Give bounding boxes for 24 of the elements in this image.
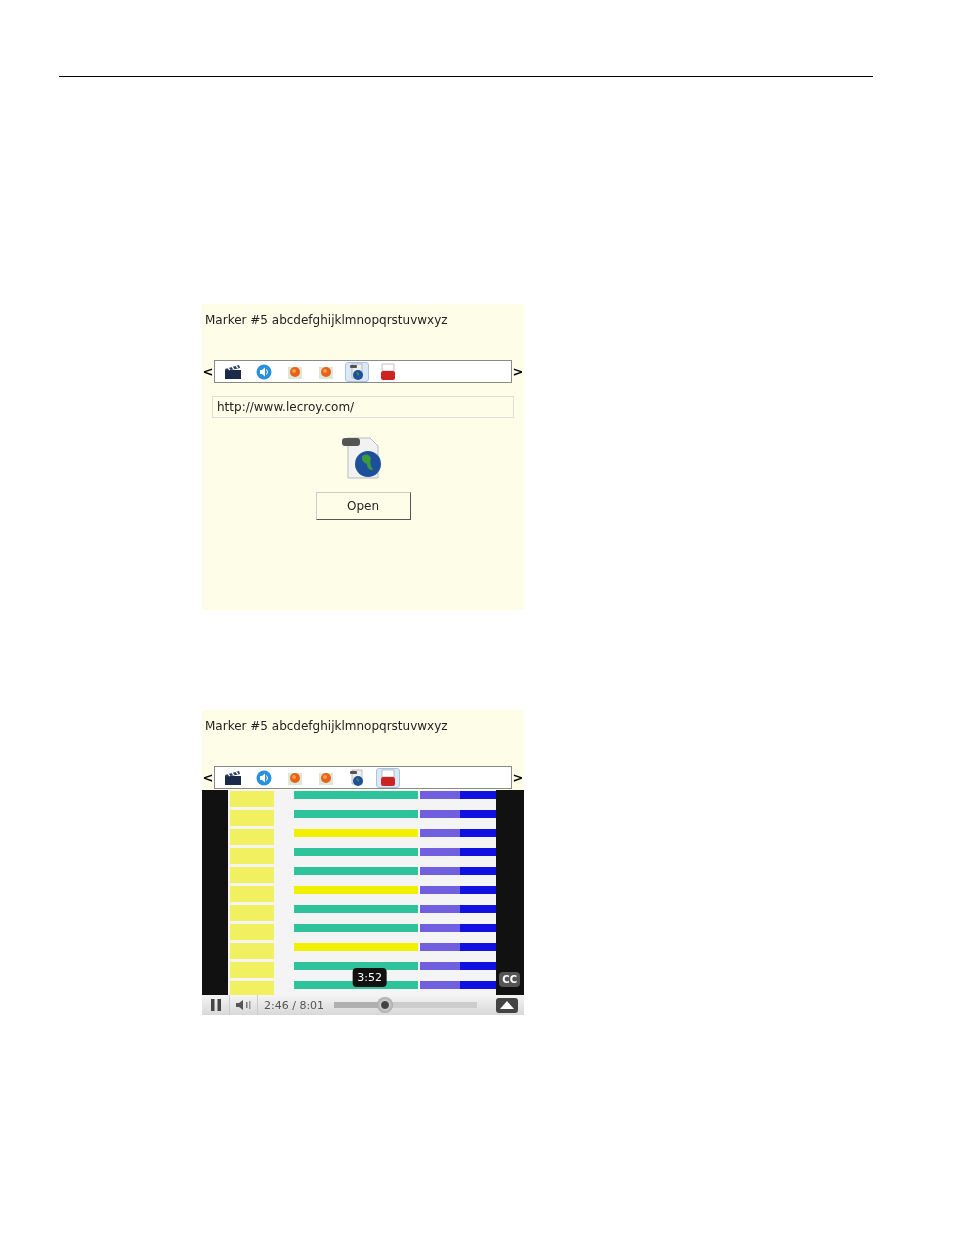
media-tab[interactable] bbox=[345, 361, 369, 382]
expand-button[interactable] bbox=[496, 997, 518, 1013]
marker-title: Marker #5 abcdefghijklmnopqrstuvwxyz bbox=[205, 719, 448, 733]
speaker-icon bbox=[235, 1000, 252, 1010]
next-button[interactable]: > bbox=[512, 770, 524, 785]
playback-time: 2:46 / 8:01 bbox=[264, 998, 326, 1012]
pause-icon bbox=[209, 999, 222, 1011]
globe-document-icon bbox=[349, 362, 365, 381]
marker-title: Marker #5 abcdefghijklmnopqrstuvwxyz bbox=[205, 313, 448, 327]
caret-up-icon bbox=[500, 1001, 514, 1009]
seek-handle[interactable] bbox=[377, 997, 394, 1013]
captions-button[interactable]: CC bbox=[499, 972, 520, 987]
next-button[interactable]: > bbox=[512, 364, 524, 379]
previous-button[interactable]: < bbox=[202, 364, 214, 379]
clapperboard-icon bbox=[224, 769, 242, 786]
speaker-icon bbox=[256, 363, 272, 380]
clapperboard-icon bbox=[224, 363, 242, 380]
time-tooltip: 3:52 bbox=[352, 968, 387, 987]
open-button[interactable]: Open bbox=[315, 492, 411, 520]
speaker-icon bbox=[256, 769, 272, 786]
url-field[interactable]: http://www.lecroy.com/ bbox=[212, 396, 514, 418]
globe-document-icon bbox=[349, 768, 365, 787]
previous-button[interactable]: < bbox=[202, 770, 214, 785]
seek-bar[interactable] bbox=[334, 997, 477, 1013]
